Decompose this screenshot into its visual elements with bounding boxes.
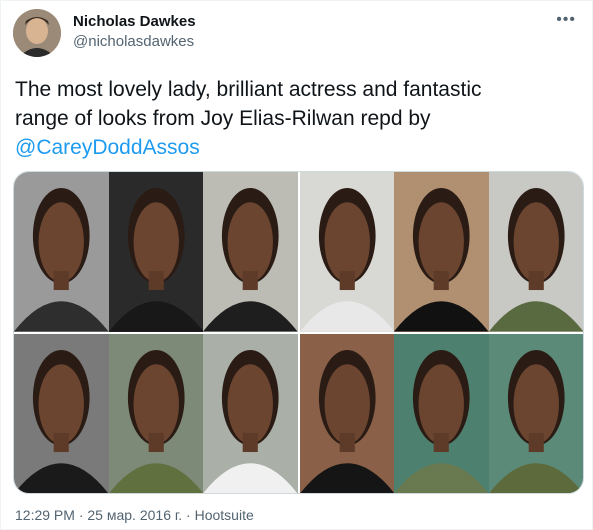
photo-9[interactable] <box>203 333 298 493</box>
author-name[interactable]: Nicholas Dawkes <box>73 13 196 30</box>
avatar-photo <box>13 9 61 57</box>
author-handle[interactable]: @nicholasdawkes <box>73 33 194 50</box>
more-icon[interactable]: ••• <box>556 11 576 29</box>
photo-11[interactable] <box>394 333 489 493</box>
tweet-text-line-2: range of looks from Joy Elias-Rilwan rep… <box>15 107 431 130</box>
mention-link[interactable]: @CareyDoddAssos <box>15 136 200 159</box>
photo-8[interactable] <box>108 333 203 493</box>
tweet-source[interactable]: Hootsuite <box>195 507 254 523</box>
tweet-date[interactable]: 25 мар. 2016 г. <box>87 507 182 523</box>
photo-grid[interactable] <box>13 171 584 494</box>
author-avatar[interactable] <box>13 9 61 57</box>
photo-3[interactable] <box>203 172 298 332</box>
photo-6[interactable] <box>488 172 583 332</box>
photo-4[interactable] <box>299 172 394 332</box>
meta-separator: · <box>182 507 195 523</box>
photo-12[interactable] <box>488 333 583 493</box>
tweet-text: The most lovely lady, brilliant actress … <box>15 75 575 162</box>
photo-2[interactable] <box>108 172 203 332</box>
tweet-time[interactable]: 12:29 PM <box>15 507 75 523</box>
photo-7[interactable] <box>14 333 109 493</box>
tweet-text-line-1: The most lovely lady, brilliant actress … <box>15 78 482 101</box>
tweet-card: Nicholas Dawkes @nicholasdawkes ••• The … <box>0 0 593 530</box>
tweet-meta: 12:29 PM · 25 мар. 2016 г. · Hootsuite <box>15 507 254 523</box>
photo-10[interactable] <box>299 333 394 493</box>
photo-5[interactable] <box>394 172 489 332</box>
photo-1[interactable] <box>14 172 109 332</box>
meta-separator: · <box>74 507 88 523</box>
